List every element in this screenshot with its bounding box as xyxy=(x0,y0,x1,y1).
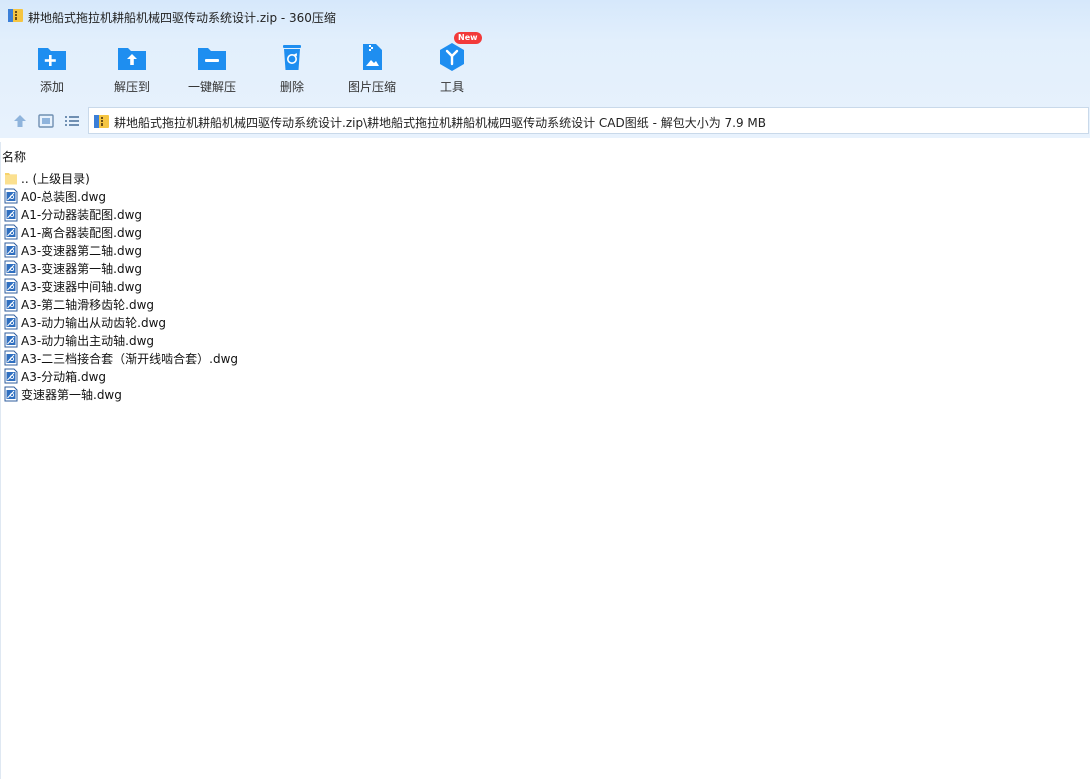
file-row[interactable]: A1-分动器装配图.dwg xyxy=(0,205,1090,223)
dwg-file-icon xyxy=(4,386,18,402)
file-name: A3-变速器第二轴.dwg xyxy=(21,244,143,258)
address-path: 耕地船式拖拉机耕船机械四驱传动系统设计.zip\耕地船式拖拉机耕船机械四驱传动系… xyxy=(114,116,767,130)
tools-label: 工具 xyxy=(439,80,464,94)
dwg-file-icon xyxy=(4,350,18,366)
tools-cube-icon xyxy=(440,43,464,71)
file-row[interactable]: 变速器第一轴.dwg xyxy=(0,385,1090,403)
new-badge: New xyxy=(454,32,482,44)
parent-directory-row[interactable]: .. (上级目录) xyxy=(0,169,1090,187)
dwg-file-icon xyxy=(4,368,18,384)
file-row[interactable]: A3-分动箱.dwg xyxy=(0,367,1090,385)
tools-button[interactable]: 工具 xyxy=(412,36,492,98)
file-row[interactable]: A3-二三档接合套（渐开线啮合套）.dwg xyxy=(0,349,1090,367)
image-compress-icon xyxy=(363,44,382,70)
delete-button[interactable]: 删除 xyxy=(252,36,332,98)
one-click-extract-icon xyxy=(198,48,226,70)
image-compress-label: 图片压缩 xyxy=(347,80,396,94)
dwg-file-icon xyxy=(4,332,18,348)
column-header-name[interactable]: 名称 xyxy=(2,148,26,165)
folder-icon xyxy=(5,173,17,185)
file-row[interactable]: A3-变速器中间轴.dwg xyxy=(0,277,1090,295)
file-list-header: 名称 xyxy=(0,142,1090,164)
dwg-file-icon xyxy=(4,224,18,240)
extract-to-folder-icon xyxy=(118,48,146,70)
window-title: 耕地船式拖拉机耕船机械四驱传动系统设计.zip - 360压缩 xyxy=(28,11,336,25)
delete-label: 删除 xyxy=(279,80,304,94)
one-click-extract-button[interactable]: 一键解压 xyxy=(172,36,252,98)
add-folder-icon xyxy=(38,48,66,70)
dwg-file-icon xyxy=(4,278,18,294)
zip-archive-icon xyxy=(8,9,23,22)
file-row[interactable]: A3-第二轴滑移齿轮.dwg xyxy=(0,295,1090,313)
add-label: 添加 xyxy=(39,80,64,94)
file-name: .. (上级目录) xyxy=(21,172,90,186)
dwg-file-icon xyxy=(4,242,18,258)
window-chrome: 耕地船式拖拉机耕船机械四驱传动系统设计.zip - 360压缩 添加 解压到 一… xyxy=(0,0,1090,138)
toolbar: 添加 解压到 一键解压 删除 图片压缩 工具 New xyxy=(0,32,1090,100)
up-arrow-icon[interactable] xyxy=(11,112,29,130)
file-name: A3-动力输出主动轴.dwg xyxy=(21,334,155,348)
dwg-file-icon xyxy=(4,188,18,204)
file-row[interactable]: A0-总装图.dwg xyxy=(0,187,1090,205)
file-row[interactable]: A3-变速器第二轴.dwg xyxy=(0,241,1090,259)
file-name: A3-动力输出从动齿轮.dwg xyxy=(21,316,167,330)
file-name: A1-分动器装配图.dwg xyxy=(21,208,143,222)
file-name: A1-离合器装配图.dwg xyxy=(21,226,143,240)
file-row[interactable]: A3-变速器第一轴.dwg xyxy=(0,259,1090,277)
title-bar: 耕地船式拖拉机耕船机械四驱传动系统设计.zip - 360压缩 xyxy=(0,0,1090,32)
address-bar[interactable]: 耕地船式拖拉机耕船机械四驱传动系统设计.zip\耕地船式拖拉机耕船机械四驱传动系… xyxy=(88,107,1089,134)
file-list: .. (上级目录) A0-总装图.dwg A1-分动器装配图.dwg A1-离合器装配… xyxy=(0,169,1090,403)
file-row[interactable]: A1-离合器装配图.dwg xyxy=(0,223,1090,241)
add-button[interactable]: 添加 xyxy=(12,36,92,98)
file-name: A3-二三档接合套（渐开线啮合套）.dwg xyxy=(21,352,239,366)
dwg-file-icon xyxy=(4,260,18,276)
list-view-icon[interactable] xyxy=(63,112,81,130)
file-name: A0-总装图.dwg xyxy=(21,190,107,204)
recycle-bin-icon xyxy=(283,45,301,70)
navigation-bar: 耕地船式拖拉机耕船机械四驱传动系统设计.zip\耕地船式拖拉机耕船机械四驱传动系… xyxy=(0,106,1090,136)
file-row[interactable]: A3-动力输出从动齿轮.dwg xyxy=(0,313,1090,331)
image-compress-button[interactable]: 图片压缩 xyxy=(332,36,412,98)
file-name: A3-第二轴滑移齿轮.dwg xyxy=(21,298,155,312)
one-click-extract-label: 一键解压 xyxy=(187,80,236,94)
zip-archive-icon xyxy=(94,115,109,128)
file-row[interactable]: A3-动力输出主动轴.dwg xyxy=(0,331,1090,349)
dwg-file-icon xyxy=(4,296,18,312)
file-name: A3-变速器中间轴.dwg xyxy=(21,280,143,294)
file-name: A3-分动箱.dwg xyxy=(21,370,107,384)
extract-to-label: 解压到 xyxy=(113,80,150,94)
extract-to-button[interactable]: 解压到 xyxy=(92,36,172,98)
dwg-file-icon xyxy=(4,206,18,222)
file-name: 变速器第一轴.dwg xyxy=(21,388,122,402)
thumbnail-view-icon[interactable] xyxy=(37,112,55,130)
dwg-file-icon xyxy=(4,314,18,330)
file-name: A3-变速器第一轴.dwg xyxy=(21,262,143,276)
